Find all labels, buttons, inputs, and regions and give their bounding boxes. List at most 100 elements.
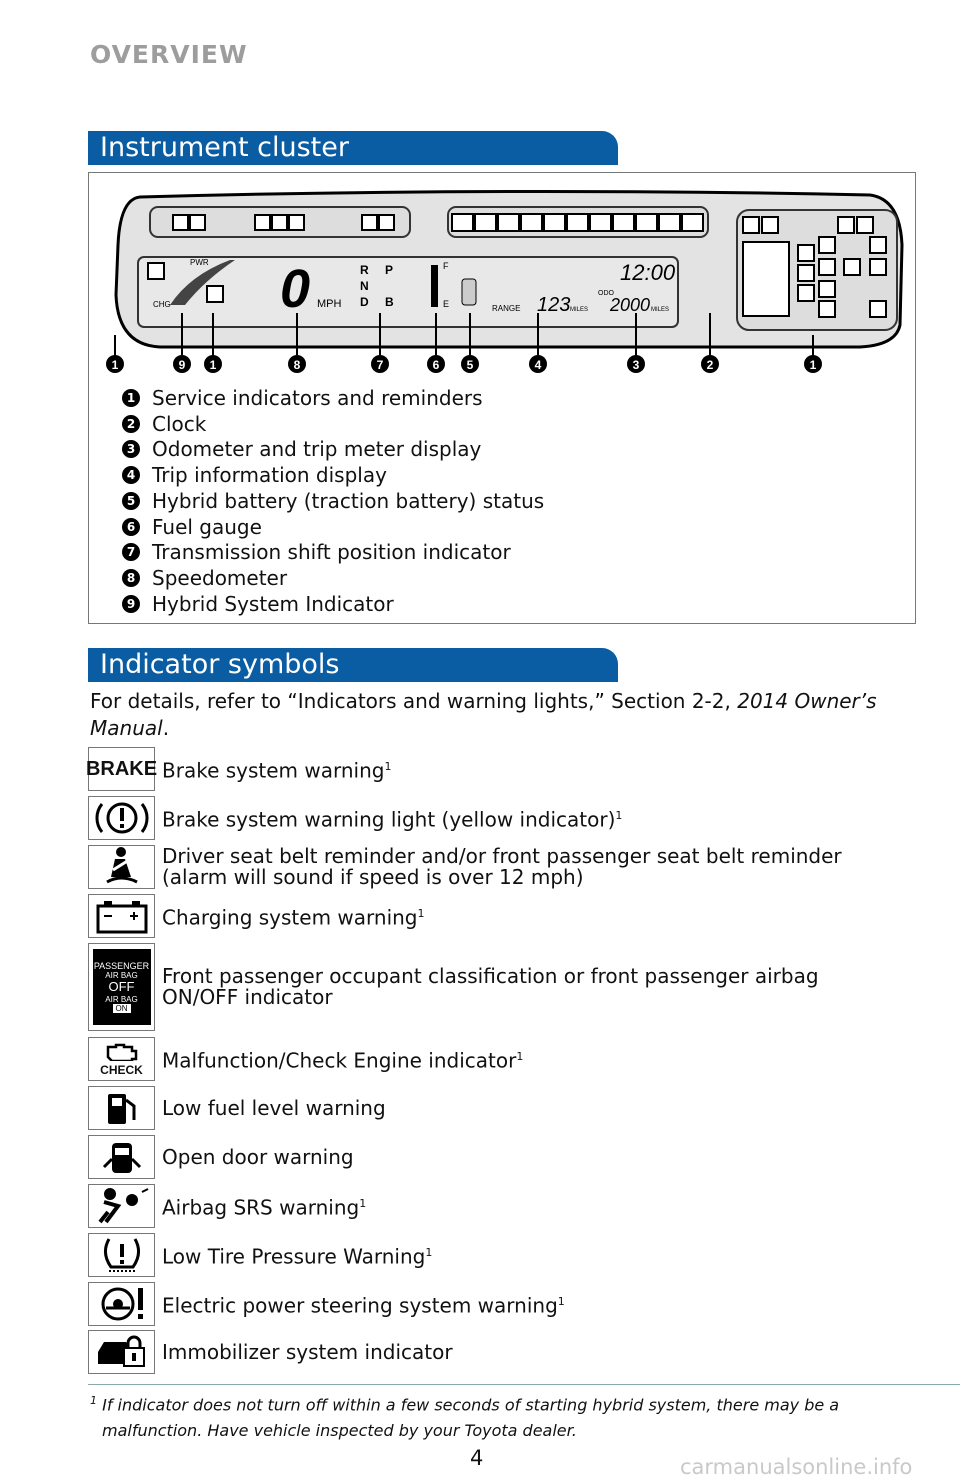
intro-end: .: [162, 716, 170, 740]
indicator-label: Brake system warning light (yellow indic…: [162, 805, 622, 831]
display-segment: [474, 213, 497, 232]
footnote-ref: 1: [557, 1295, 565, 1309]
indicator-description: Brake system warning: [162, 758, 385, 783]
indicator-description: Brake system warning light (yellow indic…: [162, 807, 616, 832]
footnote-divider: [88, 1384, 960, 1385]
speed-value: 0: [280, 259, 310, 319]
callout-number: 1: [810, 358, 817, 372]
legend-item: 2 Clock: [122, 412, 206, 436]
callout-number: 1: [210, 358, 217, 372]
icon-text: BRAKE: [85, 757, 158, 780]
icon-text: AIR BAG: [105, 995, 138, 1005]
legend-item: 3 Odometer and trip meter display: [122, 437, 481, 461]
legend-number: 8: [122, 568, 140, 587]
instrument-cluster-banner: Instrument cluster: [88, 131, 618, 165]
legend-number: 6: [122, 517, 140, 536]
legend-text: Clock: [152, 411, 207, 436]
clock-value: 12:00: [620, 260, 676, 285]
footnote-ref: 1: [384, 760, 392, 774]
legend-text: Hybrid battery (traction battery) status: [152, 488, 545, 513]
display-segment: [681, 213, 704, 232]
indicator-row: Brake system warning light (yellow indic…: [88, 796, 622, 840]
indicator-description-cont: (alarm will sound if speed is over 12 mp…: [162, 865, 584, 889]
legend-text: Trip information display: [152, 463, 387, 488]
power-steering-icon: [88, 1282, 155, 1326]
display-segment: [543, 213, 566, 232]
airbag-srs-icon: [88, 1184, 155, 1228]
indicator-description: Malfunction/Check Engine indicator: [162, 1048, 517, 1073]
range-miles-label: MILES: [570, 307, 588, 313]
callout-number: 8: [294, 358, 301, 372]
indicator-row: Low Tire Pressure Warning1: [88, 1233, 432, 1277]
indicator-label: Electric power steering system warning1: [162, 1291, 565, 1317]
footnote-ref: 1: [615, 809, 623, 823]
battery-icon: [88, 894, 155, 938]
callout-number: 7: [377, 358, 384, 372]
footnote-line1: If indicator does not turn off within a …: [102, 1395, 840, 1415]
indicator-label: Low fuel level warning: [162, 1097, 386, 1119]
display-segment: [520, 213, 543, 232]
indicator-description: Electric power steering system warning: [162, 1293, 558, 1318]
footnote-ref: 1: [359, 1197, 367, 1211]
watermark: carmanualsonline.info: [680, 1455, 913, 1479]
icon-text: CHECK: [100, 1062, 143, 1077]
indicator-description: Open door warning: [162, 1144, 354, 1169]
legend-text: Transmission shift position indicator: [152, 540, 511, 565]
check-engine-icon: CHECK: [88, 1037, 155, 1081]
intro-plain: For details, refer to “Indicators and wa…: [90, 689, 738, 713]
icon-text: PASSENGER: [93, 960, 150, 971]
display-segment: [451, 213, 474, 232]
immobilizer-icon: [88, 1330, 155, 1374]
seat-belt-icon: [88, 845, 155, 889]
mph-label: MPH: [317, 298, 342, 310]
indicator-label: Front passenger occupant classification …: [162, 966, 819, 1008]
legend-number: 2: [122, 414, 140, 433]
gear-b: B: [385, 295, 394, 309]
indicator-row: BRAKE Brake system warning1: [85, 747, 391, 791]
indicator-row: Electric power steering system warning1: [88, 1282, 565, 1326]
callout-number: 4: [535, 358, 542, 372]
icon-text: ON: [112, 1004, 131, 1014]
instrument-cluster-diagram: PWR CHG 0 MPH R N D P B F E RANGE 123 MI…: [106, 189, 904, 373]
indicator-label: Charging system warning1: [162, 903, 425, 929]
passenger-airbag-icon: PASSENGER AIR BAG OFF AIR BAG ON: [88, 943, 155, 1031]
legend-text: Service indicators and reminders: [152, 386, 483, 410]
footnote-ref: 1: [417, 907, 425, 921]
indicator-row: Low fuel level warning: [88, 1086, 386, 1130]
indicator-description-cont: ON/OFF indicator: [162, 985, 333, 1009]
legend-item: 5 Hybrid battery (traction battery) statu…: [122, 489, 544, 513]
footnote-line2: malfunction. Have vehicle inspected by y…: [102, 1421, 577, 1441]
indicator-label: Brake system warning1: [162, 756, 391, 782]
display-segment: [658, 213, 681, 232]
indicator-label: Driver seat belt reminder and/or front p…: [162, 846, 842, 888]
legend-item: 8 Speedometer: [122, 566, 287, 590]
display-segment: [497, 213, 520, 232]
legend-number: 1: [122, 389, 140, 407]
footnote-ref: 1: [425, 1246, 433, 1260]
gear-r: R: [360, 263, 369, 277]
odo-miles-label: MILES: [651, 307, 669, 313]
callout-number: 1: [112, 358, 119, 372]
range-label: RANGE: [492, 304, 520, 313]
intro-text: For details, refer to “Indicators and wa…: [90, 688, 890, 742]
gear-p: P: [385, 263, 393, 277]
indicator-row: Open door warning: [88, 1135, 354, 1179]
display-segment: [589, 213, 612, 232]
indicator-description: Immobilizer system indicator: [162, 1339, 453, 1364]
fuel-empty-label: E: [443, 299, 449, 309]
section-header: OVERVIEW: [90, 40, 248, 69]
icon-text: OFF: [108, 979, 135, 995]
indicator-row: Charging system warning1: [88, 894, 425, 938]
legend-number: 7: [122, 543, 140, 562]
legend-number: 4: [122, 466, 140, 485]
legend-item: 7 Transmission shift position indicator: [122, 540, 511, 564]
indicator-row: CHECK Malfunction/Check Engine indicator1: [88, 1037, 523, 1081]
indicator-description: Airbag SRS warning: [162, 1195, 360, 1220]
legend-item: 1 Service indicators and reminders: [122, 386, 483, 410]
display-segment: [612, 213, 635, 232]
pwr-label: PWR: [190, 258, 209, 267]
indicator-symbols-banner: Indicator symbols: [88, 648, 618, 682]
display-segment: [635, 213, 658, 232]
indicator-label: Airbag SRS warning1: [162, 1193, 366, 1219]
page-number: 4: [470, 1446, 484, 1470]
